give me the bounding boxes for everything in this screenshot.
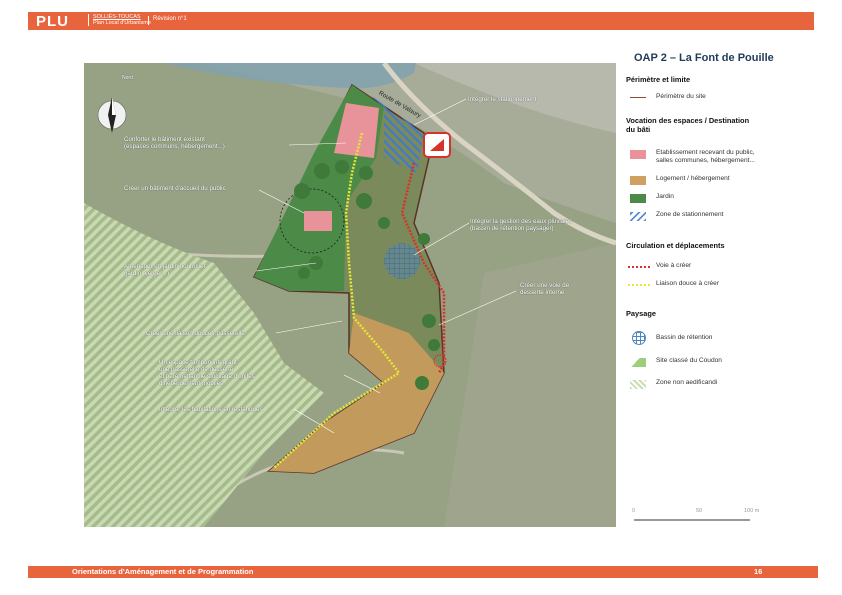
annotation-existing-building: Conforter le bâtiment existant (espaces … [124, 136, 225, 150]
annotation-terraces: Intégrer les habitations en restanques [159, 406, 263, 413]
legend-swatch-garden [630, 194, 646, 203]
plu-subtitle: Plan Local d'Urbanisme [93, 20, 151, 26]
legend-label-coudon: Site classé du Coudon [656, 357, 722, 364]
legend-label-perimeter: Périmètre du site [656, 93, 706, 100]
header-bar: PLU SOLLIÈS-TOUCAS Plan Local d'Urbanism… [28, 12, 814, 30]
legend-label-garden: Jardin [656, 193, 674, 200]
legend-label-non-aedificandi: Zone non aedificandi [656, 379, 718, 386]
legend-swatch-basin [632, 331, 646, 345]
scale-label-0: 0 [632, 508, 636, 514]
legend-label-erp: Etablissement recevant du public, salles… [656, 149, 755, 164]
annotation-internal-road: Créer une voie de desserte interne [520, 282, 570, 296]
erp-building-new [304, 211, 332, 231]
legend-label-new-road: Voie à créer [656, 262, 692, 269]
legend-label-parking: Zone de stationnement [656, 211, 724, 218]
scale-label-50: 50 [696, 508, 703, 514]
scale-bar: 0 50 100 m [632, 508, 762, 528]
legend-section-perimeter: Périmètre et limite [626, 75, 691, 84]
annotation-soft-link: Créer une liaison douce / passerelle [146, 330, 245, 337]
annotation-rainwater: Intégrer la gestion des eaux pluviales (… [470, 218, 573, 232]
legend-swatch-housing [630, 176, 646, 185]
legend-swatch-non-aedificandi [630, 380, 646, 389]
annotation-buffer-zone: Un espace tampon intégrant une passerell… [159, 359, 255, 387]
legend-swatch-coudon [630, 358, 646, 367]
legend-section-circulation: Circulation et déplacements [626, 241, 725, 250]
legend-section-vocation: Vocation des espaces / Destination du bâ… [626, 116, 750, 134]
page-number: 16 [754, 567, 763, 576]
page-title: OAP 2 – La Font de Pouille [634, 52, 774, 64]
legend-swatch-perimeter [630, 97, 646, 98]
oap-map: Nord Route de Valaury Intégrer le statio… [84, 63, 616, 527]
legend-swatch-new-road [628, 266, 650, 268]
legend-section-landscape: Paysage [626, 309, 656, 318]
north-label: Nord [122, 75, 133, 81]
legend-label-basin: Bassin de rétention [656, 334, 713, 341]
commune-block: SOLLIÈS-TOUCAS Plan Local d'Urbanisme [88, 14, 151, 26]
annotation-public-building: Créer un bâtiment d'accueil du public [124, 185, 226, 192]
revision-label: Révision n°1 [148, 16, 187, 25]
scale-label-100: 100 m [744, 508, 760, 514]
legend-swatch-erp [630, 150, 646, 159]
plu-logo: PLU [36, 13, 69, 30]
footer-title: Orientations d'Aménagement et de Program… [72, 567, 254, 576]
retention-basin [384, 243, 420, 279]
annotation-garden: Aménager un jardin nourricier (jardin, v… [124, 263, 206, 277]
legend-label-housing: Logement / hébergement [656, 175, 730, 182]
scale-line [634, 519, 750, 521]
annotation-parking: Intégrer le stationnement [468, 96, 537, 103]
footer-bar: Orientations d'Aménagement et de Program… [28, 566, 818, 578]
legend-label-soft-link: Liaison douce à créer [656, 280, 720, 287]
legend-swatch-soft-link [628, 284, 650, 286]
legend-swatch-parking [630, 212, 646, 221]
